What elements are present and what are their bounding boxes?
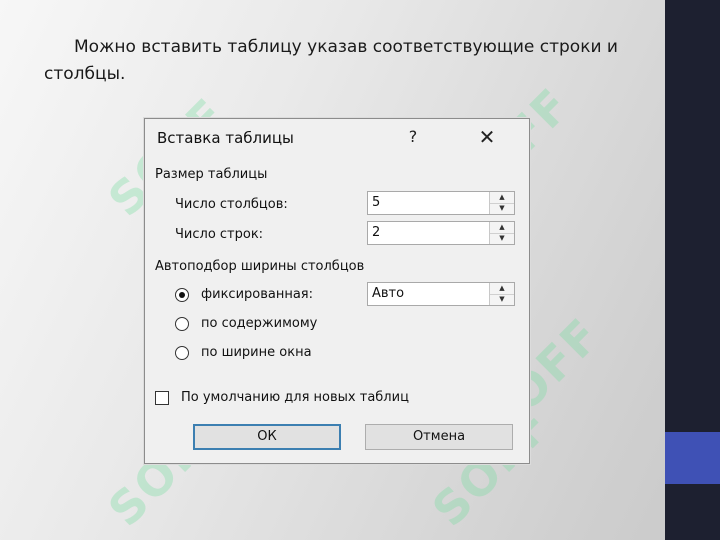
columns-label: Число столбцов:: [175, 197, 288, 212]
columns-spin-arrows[interactable]: ▲ ▼: [489, 192, 514, 214]
autofit-content-label[interactable]: по содержимому: [201, 316, 317, 331]
columns-spinner[interactable]: 5 ▲ ▼: [367, 191, 515, 215]
fixed-width-label[interactable]: фиксированная:: [201, 287, 313, 302]
autofit-window-radio[interactable]: [175, 346, 189, 360]
remember-default-label[interactable]: По умолчанию для новых таблиц: [181, 390, 409, 405]
table-size-section-label: Размер таблицы: [155, 167, 268, 182]
spin-down-icon[interactable]: ▼: [490, 294, 514, 305]
right-accent-bar: [665, 432, 720, 484]
rows-value[interactable]: 2: [372, 225, 380, 240]
insert-table-dialog: Вставка таблицы ? ✕ Размер таблицы Число…: [144, 118, 530, 464]
spin-down-icon[interactable]: ▼: [490, 203, 514, 214]
fixed-width-value[interactable]: Авто: [372, 286, 404, 301]
rows-spin-arrows[interactable]: ▲ ▼: [489, 222, 514, 244]
fixed-width-spin-arrows[interactable]: ▲ ▼: [489, 283, 514, 305]
spin-down-icon[interactable]: ▼: [490, 233, 514, 244]
remember-default-checkbox[interactable]: [155, 391, 169, 405]
autofit-content-radio[interactable]: [175, 317, 189, 331]
columns-value[interactable]: 5: [372, 195, 380, 210]
rows-label: Число строк:: [175, 227, 264, 242]
help-button[interactable]: ?: [403, 127, 423, 146]
ok-button[interactable]: ОК: [193, 424, 341, 450]
fixed-width-radio[interactable]: [175, 288, 189, 302]
autofit-window-label[interactable]: по ширине окна: [201, 345, 312, 360]
close-button[interactable]: ✕: [475, 125, 499, 149]
autofit-section-label: Автоподбор ширины столбцов: [155, 259, 365, 274]
rows-spinner[interactable]: 2 ▲ ▼: [367, 221, 515, 245]
dialog-title: Вставка таблицы: [157, 129, 294, 147]
fixed-width-spinner[interactable]: Авто ▲ ▼: [367, 282, 515, 306]
cancel-button[interactable]: Отмена: [365, 424, 513, 450]
slide-paragraph: Можно вставить таблицу указав соответств…: [44, 37, 618, 84]
